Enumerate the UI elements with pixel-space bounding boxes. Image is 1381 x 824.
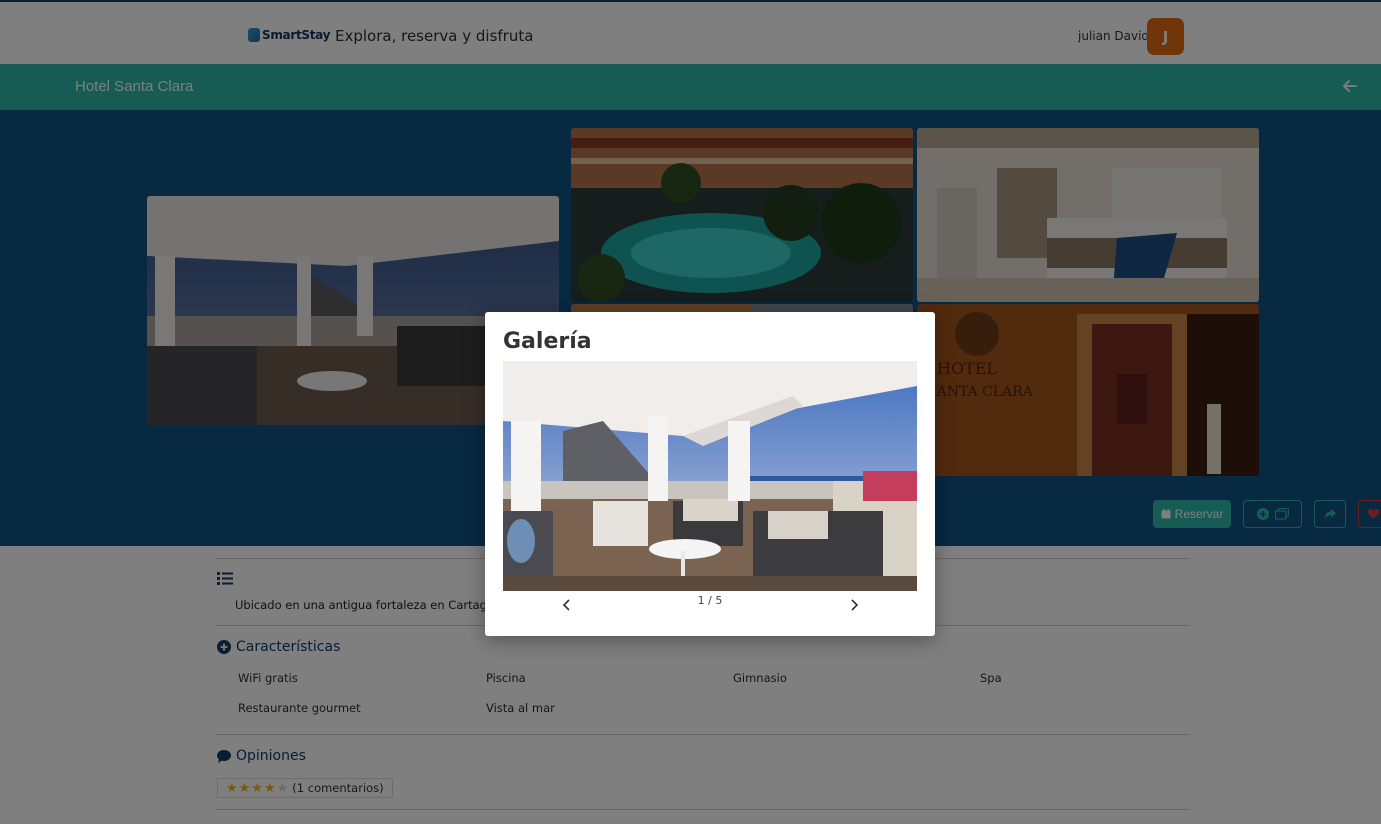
modal-title: Galería xyxy=(503,329,592,354)
gallery-modal: Galería 1 / 5 xyxy=(485,312,935,636)
chevron-right-icon[interactable] xyxy=(847,598,861,612)
modal-gallery-image xyxy=(503,361,917,591)
image-counter: 1 / 5 xyxy=(697,594,723,607)
